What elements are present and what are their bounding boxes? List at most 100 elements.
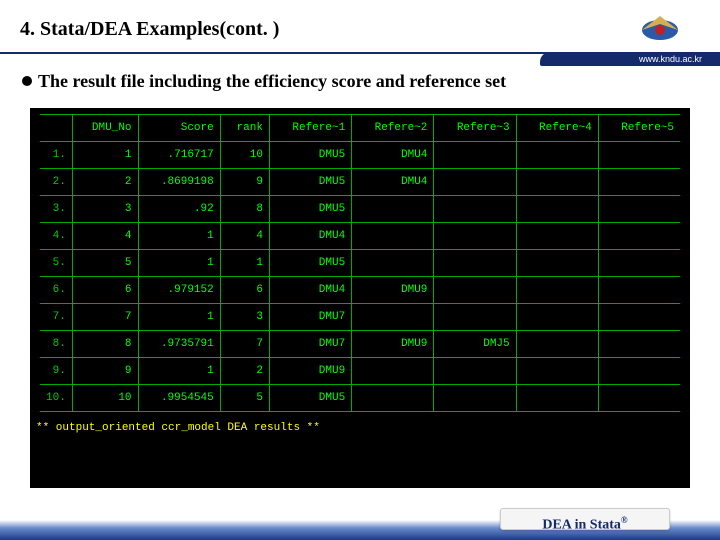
table-cell: DMU5	[269, 385, 351, 412]
header-url: www.kndu.ac.kr	[639, 54, 702, 64]
table-cell	[598, 358, 680, 385]
column-header: Refere~1	[269, 115, 351, 142]
table-cell: DMU4	[352, 169, 434, 196]
table-row: 8.8.97357917DMU7DMU9DMJ5	[40, 331, 680, 358]
table-cell	[434, 169, 516, 196]
row-number-cell: 8.	[40, 331, 72, 358]
table-cell	[598, 169, 680, 196]
row-number-cell: 3.	[40, 196, 72, 223]
table-cell	[516, 304, 598, 331]
table-cell: 1	[138, 250, 220, 277]
table-header-row: DMU_NoScorerankRefere~1Refere~2Refere~3R…	[40, 115, 680, 142]
table-cell	[434, 223, 516, 250]
table-cell: 5	[220, 385, 269, 412]
table-row: 1.1.71671710DMU5DMU4	[40, 142, 680, 169]
table-cell	[516, 196, 598, 223]
table-cell	[434, 304, 516, 331]
table-cell	[516, 385, 598, 412]
table-cell: 3	[72, 196, 138, 223]
row-number-header	[40, 115, 72, 142]
kndu-logo-icon	[638, 10, 682, 46]
table-cell: DMU5	[269, 196, 351, 223]
table-cell: DMJ5	[434, 331, 516, 358]
row-number-cell: 9.	[40, 358, 72, 385]
table-row: 4.414DMU4	[40, 223, 680, 250]
table-cell: 5	[72, 250, 138, 277]
table-cell: DMU4	[352, 142, 434, 169]
table-row: 2.2.86991989DMU5DMU4	[40, 169, 680, 196]
row-number-cell: 4.	[40, 223, 72, 250]
bullet-heading: The result file including the efficiency…	[22, 71, 698, 92]
table-cell: DMU5	[269, 169, 351, 196]
column-header: Refere~5	[598, 115, 680, 142]
row-number-cell: 5.	[40, 250, 72, 277]
table-cell	[598, 196, 680, 223]
table-cell	[516, 142, 598, 169]
table-cell	[598, 331, 680, 358]
table-cell: 6	[220, 277, 269, 304]
table-cell	[598, 250, 680, 277]
row-number-cell: 10.	[40, 385, 72, 412]
table-cell	[352, 223, 434, 250]
table-cell: DMU9	[352, 331, 434, 358]
row-number-cell: 1.	[40, 142, 72, 169]
row-number-cell: 7.	[40, 304, 72, 331]
table-cell: DMU5	[269, 142, 351, 169]
title-underline	[0, 52, 720, 66]
table-cell	[434, 250, 516, 277]
table-cell: 1	[138, 358, 220, 385]
table-cell	[598, 304, 680, 331]
table-cell	[352, 385, 434, 412]
row-number-cell: 6.	[40, 277, 72, 304]
column-header: Refere~4	[516, 115, 598, 142]
column-header: Score	[138, 115, 220, 142]
results-table: DMU_NoScorerankRefere~1Refere~2Refere~3R…	[40, 114, 680, 412]
row-number-cell: 2.	[40, 169, 72, 196]
table-row: 7.713DMU7	[40, 304, 680, 331]
terminal-message: ** output_oriented ccr_model DEA results…	[30, 412, 690, 434]
table-cell	[516, 358, 598, 385]
table-cell: 1	[138, 223, 220, 250]
table-cell: 1	[138, 304, 220, 331]
table-cell: .9954545	[138, 385, 220, 412]
table-cell: DMU7	[269, 331, 351, 358]
table-cell	[516, 223, 598, 250]
table-cell: 4	[220, 223, 269, 250]
table-cell: DMU9	[352, 277, 434, 304]
table-cell	[516, 169, 598, 196]
table-cell	[434, 277, 516, 304]
table-cell: 8	[72, 331, 138, 358]
table-cell	[352, 196, 434, 223]
table-row: 9.912DMU9	[40, 358, 680, 385]
slide-footer: DEA in Stata®	[0, 506, 720, 540]
table-cell	[434, 196, 516, 223]
table-cell	[598, 277, 680, 304]
table-cell	[434, 385, 516, 412]
table-cell: DMU4	[269, 223, 351, 250]
table-cell: .979152	[138, 277, 220, 304]
table-cell: DMU7	[269, 304, 351, 331]
table-cell: 7	[220, 331, 269, 358]
table-cell	[434, 142, 516, 169]
table-cell: 10	[220, 142, 269, 169]
bullet-text: The result file including the efficiency…	[38, 71, 506, 91]
table-cell: 8	[220, 196, 269, 223]
table-cell	[352, 304, 434, 331]
table-cell	[516, 331, 598, 358]
column-header: Refere~3	[434, 115, 516, 142]
table-cell: DMU5	[269, 250, 351, 277]
bullet-icon	[22, 76, 32, 86]
column-header: rank	[220, 115, 269, 142]
table-cell	[598, 142, 680, 169]
table-cell	[516, 250, 598, 277]
table-row: 5.511DMU5	[40, 250, 680, 277]
table-cell: 9	[220, 169, 269, 196]
table-cell	[352, 358, 434, 385]
table-cell: 7	[72, 304, 138, 331]
footer-label: DEA in Stata	[542, 518, 621, 533]
table-cell: .92	[138, 196, 220, 223]
table-cell: 2	[220, 358, 269, 385]
table-cell	[434, 358, 516, 385]
table-cell: 3	[220, 304, 269, 331]
table-cell: 6	[72, 277, 138, 304]
